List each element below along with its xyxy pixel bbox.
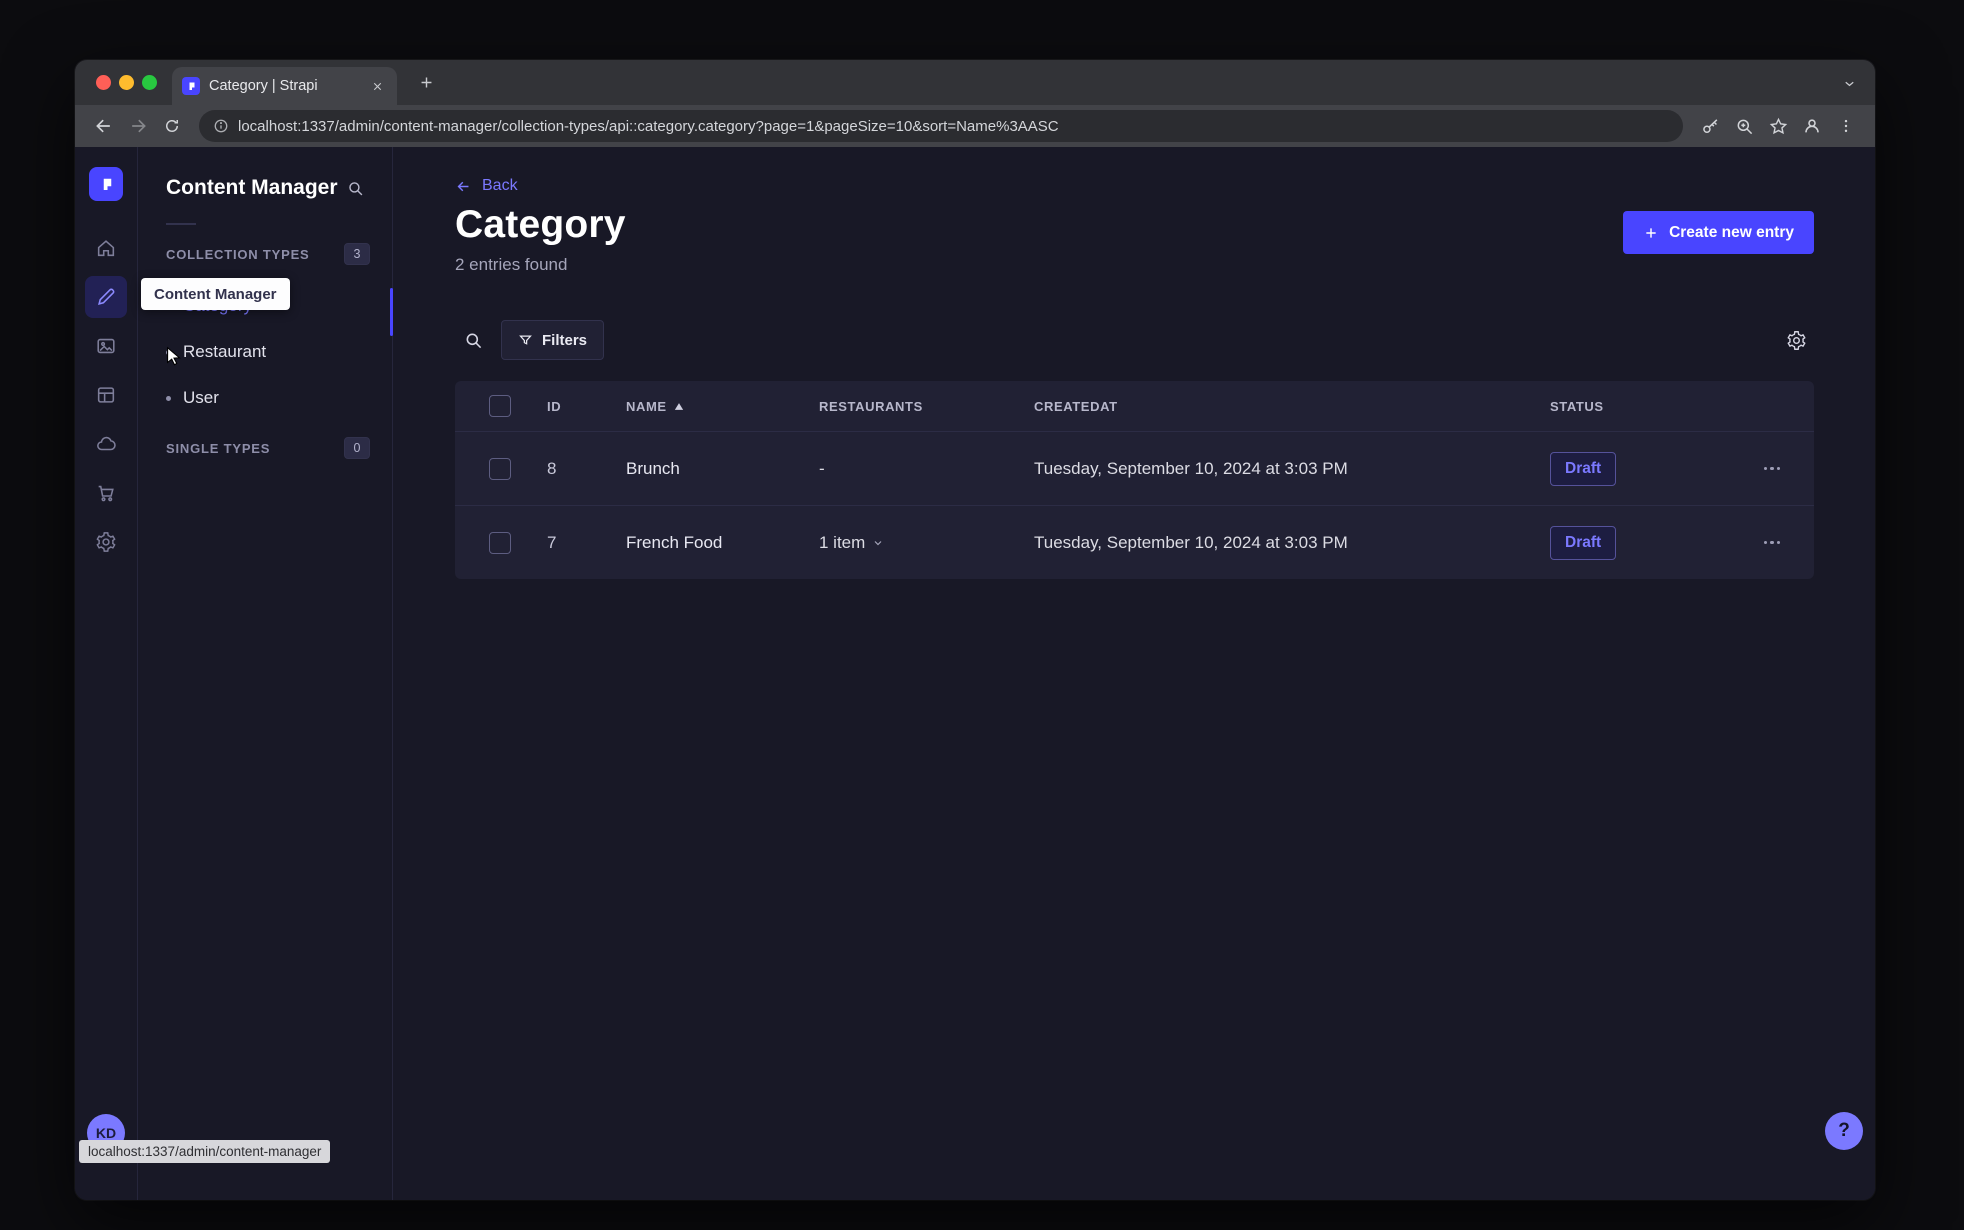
sidebar-item-restaurant[interactable]: Restaurant: [166, 329, 370, 375]
table-header-row: ID NAME RESTAURANTS CREATEDAT STATUS: [455, 381, 1814, 431]
collection-types-label: COLLECTION TYPES: [166, 246, 310, 262]
create-new-entry-label: Create new entry: [1669, 223, 1794, 241]
entries-table: ID NAME RESTAURANTS CREATEDAT STATUS 8 B…: [455, 381, 1814, 579]
media-library-icon[interactable]: [85, 325, 127, 367]
content-manager-icon[interactable]: [85, 276, 127, 318]
rail-nav-items: [85, 227, 127, 563]
filters-label: Filters: [542, 331, 588, 349]
search-icon[interactable]: [340, 173, 370, 203]
address-bar[interactable]: localhost:1337/admin/content-manager/col…: [199, 110, 1683, 142]
cell-createdat: Tuesday, September 10, 2024 at 3:03 PM: [1034, 532, 1348, 552]
entries-count: 2 entries found: [455, 255, 568, 274]
back-link[interactable]: Back: [455, 177, 518, 195]
column-header-createdat[interactable]: CREATEDAT: [1034, 399, 1550, 414]
status-badge: Draft: [1550, 451, 1617, 486]
back-nav-icon[interactable]: [89, 111, 119, 141]
tab-close-icon[interactable]: [367, 76, 387, 96]
settings-gear-icon[interactable]: [85, 521, 127, 563]
table-row[interactable]: 7 French Food 1 item Tuesday, September …: [455, 505, 1814, 579]
deploy-cloud-icon[interactable]: [85, 423, 127, 465]
browser-menu-icon[interactable]: [1831, 111, 1861, 141]
back-arrow-icon: [455, 178, 472, 195]
main-nav-rail: KD: [75, 147, 138, 1200]
new-tab-button[interactable]: [411, 68, 441, 98]
column-header-restaurants[interactable]: RESTAURANTS: [819, 399, 1034, 414]
cell-id: 8: [547, 458, 557, 478]
cell-restaurants: -: [819, 458, 825, 478]
strapi-admin-app: KD Content Manager COLLECTION TYPES 3 Re…: [75, 147, 1875, 1200]
url-text: localhost:1337/admin/content-manager/col…: [238, 117, 1059, 135]
browser-toolbar: localhost:1337/admin/content-manager/col…: [75, 105, 1875, 147]
category-list-view: Back Category 2 entries found Create new…: [393, 147, 1875, 1200]
filters-button[interactable]: Filters: [501, 320, 605, 360]
row-actions-menu-icon[interactable]: [1763, 540, 1780, 545]
marketplace-cart-icon[interactable]: [85, 472, 127, 514]
sidebar-item-user[interactable]: User: [166, 375, 370, 421]
forward-nav-icon[interactable]: [123, 111, 153, 141]
single-types-count: 0: [344, 437, 370, 459]
sidebar-item-label: Restaurant: [183, 342, 267, 361]
browser-tab[interactable]: Category | Strapi: [172, 67, 397, 105]
subnav-divider: [166, 223, 196, 225]
table-row[interactable]: 8 Brunch - Tuesday, September 10, 2024 a…: [455, 431, 1814, 505]
window-close-button[interactable]: [96, 75, 111, 90]
cell-createdat: Tuesday, September 10, 2024 at 3:03 PM: [1034, 458, 1348, 478]
collection-types-count: 3: [344, 243, 370, 265]
subnav-title: Content Manager: [166, 176, 338, 199]
back-label: Back: [482, 177, 518, 194]
create-new-entry-button[interactable]: Create new entry: [1623, 211, 1814, 254]
site-info-icon[interactable]: [213, 118, 229, 134]
traffic-lights: [96, 75, 157, 90]
column-header-name[interactable]: NAME: [626, 399, 819, 414]
tab-title: Category | Strapi: [209, 78, 318, 94]
column-header-status[interactable]: STATUS: [1550, 399, 1752, 414]
browser-tab-strip: Category | Strapi: [75, 60, 1875, 105]
filter-funnel-icon: [518, 333, 533, 348]
status-badge: Draft: [1550, 525, 1617, 560]
row-checkbox[interactable]: [489, 457, 511, 480]
cell-restaurants[interactable]: 1 item: [819, 533, 1034, 553]
select-all-checkbox[interactable]: [489, 395, 511, 417]
content-type-builder-icon[interactable]: [85, 374, 127, 416]
profile-icon[interactable]: [1797, 111, 1827, 141]
home-icon[interactable]: [85, 227, 127, 269]
passwords-key-icon[interactable]: [1695, 111, 1725, 141]
tab-list-chevron-icon[interactable]: [1837, 71, 1861, 95]
window-zoom-button[interactable]: [142, 75, 157, 90]
strapi-logo[interactable]: [89, 167, 123, 201]
strapi-favicon-icon: [182, 77, 200, 95]
list-toolbar: Filters: [455, 319, 1814, 361]
plus-icon: [1643, 225, 1659, 241]
mouse-cursor: [163, 345, 185, 367]
reload-icon[interactable]: [157, 111, 187, 141]
chevron-down-icon: [872, 537, 884, 549]
cell-name: French Food: [626, 532, 723, 552]
window-minimize-button[interactable]: [119, 75, 134, 90]
link-preview-status-bar: localhost:1337/admin/content-manager: [79, 1140, 331, 1163]
row-actions-menu-icon[interactable]: [1763, 466, 1780, 471]
sidebar-item-label: User: [183, 388, 219, 407]
cell-id: 7: [547, 532, 557, 552]
content-manager-tooltip: Content Manager: [141, 278, 290, 310]
row-checkbox[interactable]: [489, 531, 511, 554]
single-types-label: SINGLE TYPES: [166, 440, 271, 456]
column-header-id[interactable]: ID: [547, 399, 626, 414]
sort-ascending-icon[interactable]: [674, 402, 684, 411]
page-title: Category: [455, 203, 626, 246]
bookmark-star-icon[interactable]: [1763, 111, 1793, 141]
help-button[interactable]: ?: [1825, 1112, 1863, 1150]
bullet-icon: [166, 395, 171, 401]
list-search-icon[interactable]: [455, 322, 491, 358]
browser-window: Category | Strapi localhost:1337/admin/c…: [75, 60, 1875, 1200]
table-settings-gear-icon[interactable]: [1778, 322, 1814, 358]
zoom-icon[interactable]: [1729, 111, 1759, 141]
cell-name: Brunch: [626, 458, 680, 478]
